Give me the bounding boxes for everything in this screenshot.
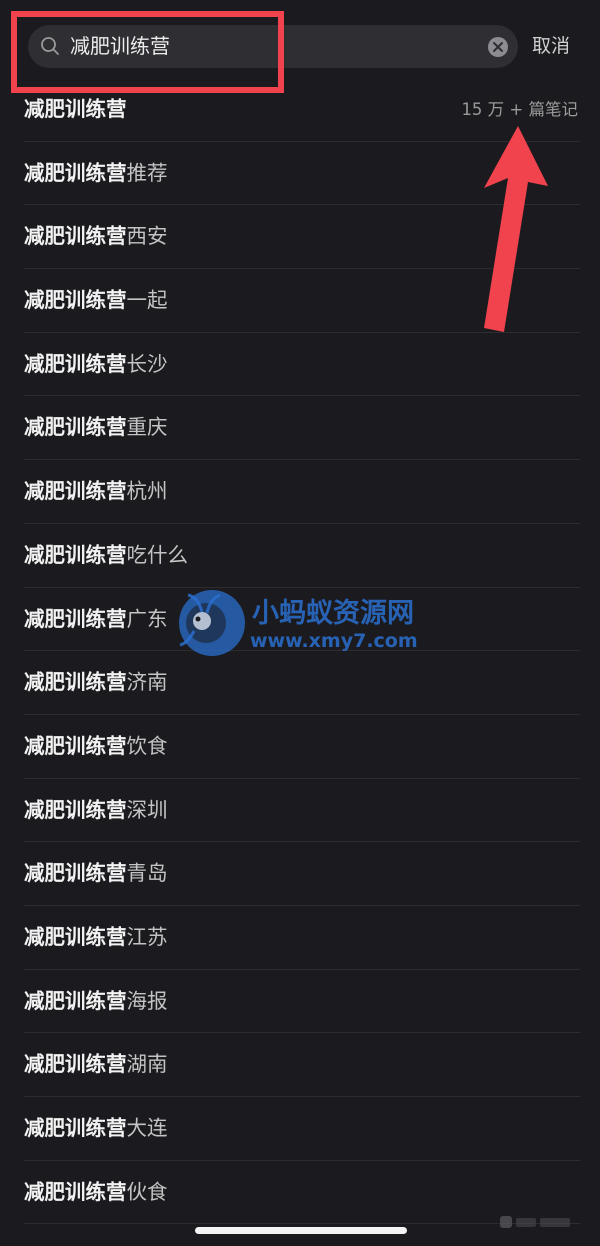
suggestion-keyword: 减肥训练营 [24, 97, 127, 121]
suggestion-suffix: 海报 [126, 988, 168, 1013]
suggestion-row[interactable]: 减肥训练营湖南 [0, 1033, 600, 1097]
suggestion-text: 减肥训练营推荐 [24, 142, 168, 206]
suggestion-text: 减肥训练营深圳 [24, 779, 168, 843]
suggestion-keyword: 减肥训练营 [24, 224, 127, 249]
suggestion-keyword: 减肥训练营 [24, 733, 127, 758]
suggestion-text: 减肥训练营大连 [24, 1097, 168, 1161]
suggestion-suffix: 长沙 [126, 351, 168, 376]
suggestion-keyword: 减肥训练营 [24, 479, 127, 504]
suggestion-keyword: 减肥训练营 [24, 670, 127, 695]
suggestion-text: 减肥训练营重庆 [24, 396, 168, 460]
suggestion-text: 减肥训练营济南 [24, 651, 168, 715]
cancel-button[interactable]: 取消 [532, 25, 570, 68]
suggestion-row[interactable]: 减肥训练营青岛 [0, 842, 600, 906]
search-suggestions-screen: 减肥训练营 取消 减肥训练营 15 万 + 篇笔记 减肥训练营推荐 减肥训练营西安 减肥… [0, 0, 600, 1246]
suggestion-row[interactable]: 减肥训练营深圳 [0, 779, 600, 843]
suggestion-suffix: 大连 [126, 1116, 168, 1140]
arrow-up-icon [484, 126, 548, 332]
suggestion-row[interactable]: 减肥训练营海报 [0, 970, 600, 1034]
suggestion-suffix: 推荐 [126, 160, 168, 185]
watermark: 小蚂蚁资源网 www.xmy7.com [170, 583, 440, 661]
suggestion-suffix: 吃什么 [126, 542, 189, 567]
suggestion-keyword: 减肥训练营 [24, 1179, 127, 1204]
suggestion-text: 减肥训练营湖南 [24, 1033, 168, 1097]
suggestion-suffix: 西安 [126, 224, 168, 249]
suggestion-row[interactable]: 减肥训练营重庆 [0, 396, 600, 460]
suggestion-suffix: 重庆 [126, 415, 168, 440]
suggestion-suffix: 济南 [126, 670, 168, 695]
suggestion-suffix: 一起 [126, 288, 168, 313]
suggestion-text: 减肥训练营 [24, 78, 127, 142]
suggestion-keyword: 减肥训练营 [24, 1052, 127, 1077]
suggestion-row[interactable]: 减肥训练营江苏 [0, 906, 600, 970]
suggestion-keyword: 减肥训练营 [24, 415, 127, 440]
suggestion-suffix: 青岛 [126, 861, 168, 886]
suggestion-keyword: 减肥训练营 [24, 160, 127, 185]
watermark-title: 小蚂蚁资源网 [252, 598, 414, 629]
suggestion-row[interactable]: 减肥训练营杭州 [0, 460, 600, 524]
suggestion-keyword: 减肥训练营 [24, 924, 127, 949]
suggestion-keyword: 减肥训练营 [24, 606, 127, 631]
suggestion-suffix: 广东 [126, 606, 168, 631]
suggestion-text: 减肥训练营长沙 [24, 333, 168, 397]
suggestion-suffix: 湖南 [126, 1052, 168, 1077]
suggestion-keyword: 减肥训练营 [24, 797, 127, 822]
suggestion-text: 减肥训练营杭州 [24, 460, 168, 524]
suggestion-row[interactable]: 减肥训练营吃什么 [0, 524, 600, 588]
suggestion-suffix: 江苏 [126, 924, 168, 949]
watermark-url: www.xmy7.com [250, 630, 418, 652]
suggestion-keyword: 减肥训练营 [24, 351, 127, 376]
suggestion-text: 减肥训练营吃什么 [24, 524, 188, 588]
suggestion-keyword: 减肥训练营 [24, 1116, 127, 1140]
home-indicator [195, 1227, 407, 1234]
suggestion-keyword: 减肥训练营 [24, 542, 127, 567]
suggestion-keyword: 减肥训练营 [24, 288, 127, 313]
clear-icon[interactable] [487, 36, 509, 58]
suggestion-keyword: 减肥训练营 [24, 988, 127, 1013]
suggestion-text: 减肥训练营广东 [24, 588, 168, 652]
suggestion-text: 减肥训练营西安 [24, 205, 168, 269]
suggestion-text: 减肥训练营一起 [24, 269, 168, 333]
suggestion-text: 减肥训练营青岛 [24, 842, 168, 906]
suggestion-row[interactable]: 减肥训练营饮食 [0, 715, 600, 779]
suggestion-text: 减肥训练营江苏 [24, 906, 168, 970]
blurred-corner-mark [500, 1216, 570, 1228]
suggestion-row[interactable]: 减肥训练营长沙 [0, 333, 600, 397]
suggestion-text: 减肥训练营伙食 [24, 1161, 168, 1225]
suggestion-suffix: 饮食 [126, 733, 168, 758]
suggestion-row[interactable]: 减肥训练营大连 [0, 1097, 600, 1161]
suggestion-suffix: 伙食 [126, 1179, 168, 1204]
suggestion-text: 减肥训练营饮食 [24, 715, 168, 779]
ant-logo-icon [179, 590, 245, 656]
suggestion-keyword: 减肥训练营 [24, 861, 127, 886]
suggestion-text: 减肥训练营海报 [24, 970, 168, 1034]
suggestion-suffix: 杭州 [126, 479, 168, 504]
suggestion-suffix: 深圳 [126, 797, 168, 822]
